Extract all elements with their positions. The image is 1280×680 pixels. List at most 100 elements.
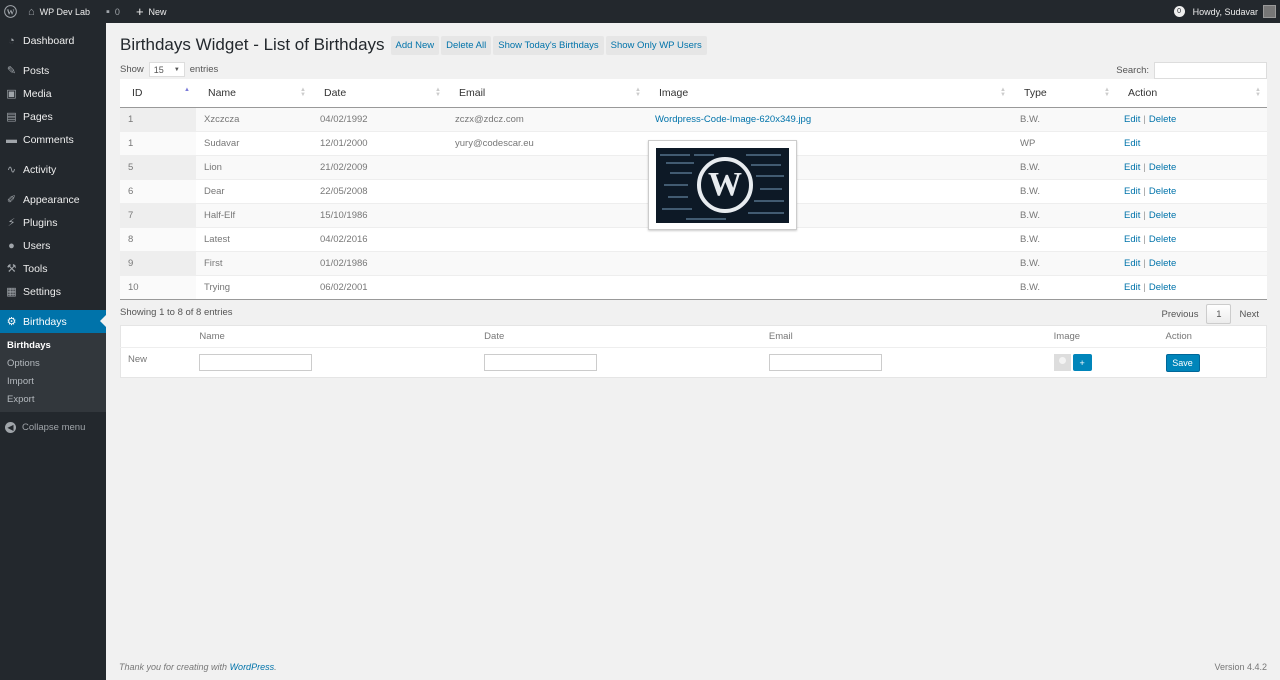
delete-all-button[interactable]: Delete All <box>441 35 492 55</box>
submenu-options[interactable]: Options <box>0 355 106 373</box>
sidebar-item-activity[interactable]: ∿ Activity <box>0 158 106 181</box>
column-header-name[interactable]: Name ▲ ▼ <box>196 79 312 108</box>
howdy-account-link[interactable]: Howdy, Sudavar <box>1193 7 1258 17</box>
cell-email <box>447 227 647 252</box>
sidebar-item-tools[interactable]: ⚒ Tools <box>0 257 106 280</box>
delete-link[interactable]: Delete <box>1149 210 1176 221</box>
add-new-button[interactable]: Add New <box>390 35 440 55</box>
image-link[interactable]: Wordpress-Code-Image-620x349.jpg <box>655 114 811 125</box>
new-row-spacer <box>120 325 200 348</box>
sidebar-item-settings[interactable]: ▦ Settings <box>0 280 106 303</box>
wordpress-link[interactable]: WordPress <box>230 662 275 672</box>
footer-version: Version 4.4.2 <box>1214 662 1267 672</box>
edit-link[interactable]: Edit <box>1124 282 1140 293</box>
separator: | <box>1143 281 1146 293</box>
separator: | <box>1143 209 1146 221</box>
sidebar-item-media[interactable]: ▣ Media <box>0 82 106 105</box>
submenu-import[interactable]: Import <box>0 373 106 391</box>
cell-email <box>447 155 647 180</box>
sidebar-item-label: Pages <box>23 110 53 123</box>
column-header-email[interactable]: Email ▲ ▼ <box>447 79 647 108</box>
wordpress-logo-icon: W <box>697 157 753 213</box>
sidebar-item-posts[interactable]: ✎ Posts <box>0 59 106 82</box>
collapse-menu-label: Collapse menu <box>22 422 86 433</box>
sidebar-item-label: Tools <box>23 262 48 275</box>
cell-type: B.W. <box>1012 179 1116 204</box>
new-name-input[interactable] <box>199 354 313 371</box>
new-email-input[interactable] <box>768 354 882 371</box>
column-header-id[interactable]: ID ▲ <box>120 79 196 108</box>
edit-link[interactable]: Edit <box>1124 138 1140 149</box>
show-only-wp-users-button[interactable]: Show Only WP Users <box>605 35 707 55</box>
delete-link[interactable]: Delete <box>1149 258 1176 269</box>
show-todays-birthdays-button[interactable]: Show Today's Birthdays <box>493 35 604 55</box>
delete-link[interactable]: Delete <box>1149 186 1176 197</box>
sidebar-item-label: Comments <box>23 133 74 146</box>
cell-email <box>447 275 647 300</box>
cell-id: 7 <box>120 203 196 228</box>
cell-date: 15/10/1986 <box>312 203 447 228</box>
chevron-down-icon: ▼ <box>173 67 180 73</box>
table-row: 1 Xzczcza 04/02/1992 zczx@zdcz.com Wordp… <box>120 107 1267 132</box>
cell-id: 10 <box>120 275 196 300</box>
collapse-menu-button[interactable]: ◀ Collapse menu <box>0 416 106 439</box>
next-page-button[interactable]: Next <box>1231 309 1267 320</box>
edit-link[interactable]: Edit <box>1124 210 1140 221</box>
cell-date: 04/02/1992 <box>312 107 447 132</box>
sidebar-item-dashboard[interactable]: ◔ Dashboard <box>0 29 106 52</box>
sidebar-item-plugins[interactable]: ⚡ Plugins <box>0 211 106 234</box>
notification-badge[interactable]: 0 <box>1173 6 1185 17</box>
sort-icon: ▲ ▼ <box>1000 87 1006 98</box>
sidebar-item-birthdays[interactable]: ⚙ Birthdays <box>0 310 106 333</box>
sidebar-item-label: Dashboard <box>23 34 75 47</box>
sidebar-item-label: Media <box>23 87 52 100</box>
column-header-label: Type <box>1024 86 1047 99</box>
cell-email <box>447 203 647 228</box>
delete-link[interactable]: Delete <box>1149 282 1176 293</box>
previous-page-button[interactable]: Previous <box>1153 309 1206 320</box>
avatar[interactable] <box>1263 5 1276 18</box>
new-column-email: Email <box>768 325 1054 348</box>
search-input[interactable] <box>1154 62 1267 79</box>
cell-name: First <box>196 251 312 276</box>
edit-link[interactable]: Edit <box>1124 114 1140 125</box>
column-header-date[interactable]: Date ▲ ▼ <box>312 79 447 108</box>
edit-link[interactable]: Edit <box>1124 234 1140 245</box>
column-header-label: Date <box>324 86 347 99</box>
plug-icon: ⚡ <box>7 217 16 229</box>
sidebar-item-appearance[interactable]: ✐ Appearance <box>0 188 106 211</box>
page-button-1[interactable]: 1 <box>1206 304 1232 324</box>
table-row: 9 First 01/02/1986 B.W. Edit | Delete <box>120 251 1267 276</box>
sidebar-item-users[interactable]: ● Users <box>0 234 106 257</box>
show-label: Show <box>120 64 144 75</box>
cell-action: Edit | Delete <box>1116 179 1267 204</box>
sidebar-item-comments[interactable]: ▬ Comments <box>0 128 106 151</box>
column-header-action[interactable]: Action ▲ ▼ <box>1116 79 1267 108</box>
delete-link[interactable]: Delete <box>1149 234 1176 245</box>
edit-link[interactable]: Edit <box>1124 162 1140 173</box>
new-column-image: Image <box>1053 325 1166 348</box>
edit-link[interactable]: Edit <box>1124 258 1140 269</box>
column-header-type[interactable]: Type ▲ ▼ <box>1012 79 1116 108</box>
site-name-link[interactable]: ⌂ WP Dev Lab <box>20 0 98 23</box>
submenu-export[interactable]: Export <box>0 391 106 409</box>
submenu-birthdays[interactable]: Birthdays <box>0 337 106 355</box>
delete-link[interactable]: Delete <box>1149 162 1176 173</box>
sidebar-item-label: Activity <box>23 163 57 176</box>
separator: | <box>1143 233 1146 245</box>
wordpress-logo-icon[interactable]: W <box>0 2 20 22</box>
cell-date: 01/02/1986 <box>312 251 447 276</box>
birthdays-submenu: Birthdays Options Import Export <box>0 333 106 412</box>
new-content-link[interactable]: + New <box>128 0 175 23</box>
add-image-button[interactable]: + <box>1072 354 1092 371</box>
column-header-image[interactable]: Image ▲ ▼ <box>647 79 1012 108</box>
edit-link[interactable]: Edit <box>1124 186 1140 197</box>
entries-select[interactable]: 15 ▼ <box>148 62 185 77</box>
home-icon: ⌂ <box>28 5 35 18</box>
new-date-input[interactable] <box>484 354 598 371</box>
delete-link[interactable]: Delete <box>1149 114 1176 125</box>
cell-id: 9 <box>120 251 196 276</box>
save-button[interactable]: Save <box>1165 353 1200 372</box>
sidebar-item-pages[interactable]: ▤ Pages <box>0 105 106 128</box>
comments-link[interactable]: ▪ 0 <box>98 0 128 23</box>
